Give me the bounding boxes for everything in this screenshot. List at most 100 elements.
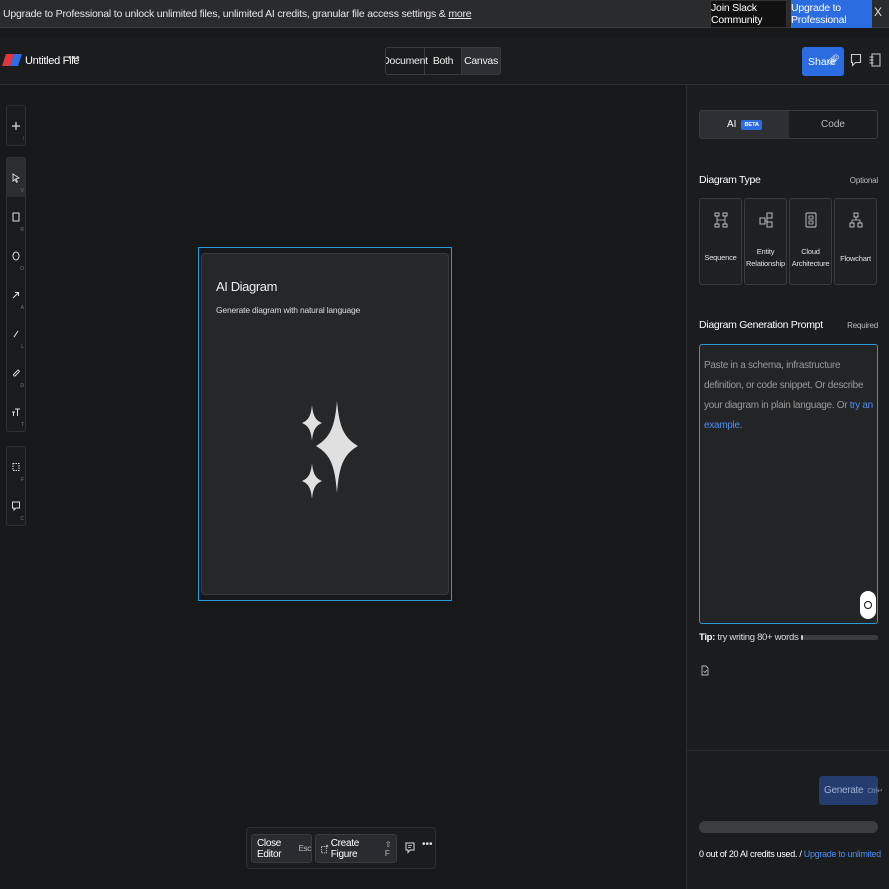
ellipse-icon	[12, 251, 20, 260]
view-both-button[interactable]: Both	[425, 48, 463, 74]
text-tool-key: T	[20, 422, 24, 428]
tip-label: Tip:	[699, 632, 716, 643]
prompt-title: Diagram Generation Prompt	[699, 319, 823, 331]
cloud-architecture-icon	[805, 212, 817, 228]
line-tool-key: L	[21, 344, 24, 350]
credits-used: 0 out of 20 AI credits used. /	[699, 849, 804, 859]
create-figure-label: Create Figure	[330, 837, 360, 860]
view-canvas-button[interactable]: Canvas	[462, 48, 500, 74]
card-subtitle: Generate diagram with natural language	[216, 305, 361, 315]
comment-tool[interactable]: C	[7, 486, 25, 525]
generate-shortcut: Ctrl↵	[867, 787, 883, 795]
create-figure-icon	[321, 844, 329, 853]
type-cloud-architecture-button[interactable]: Cloud Architecture	[789, 198, 832, 285]
join-slack-button[interactable]: Join Slack Community	[710, 0, 787, 28]
microphone-icon	[864, 601, 872, 609]
pencil-icon	[12, 368, 21, 376]
credits-text: 0 out of 20 AI credits used. / Upgrade t…	[699, 849, 881, 859]
plus-icon	[12, 121, 20, 130]
line-icon	[13, 330, 19, 337]
line-tool[interactable]: L	[7, 314, 25, 353]
word-count-progress-fill	[801, 635, 803, 640]
bottombar-more-button[interactable]: •••	[422, 839, 433, 850]
upgrade-banner: Upgrade to Professional to unlock unlimi…	[0, 0, 889, 28]
entity-relationship-icon	[759, 212, 773, 228]
ellipse-tool-key: O	[20, 266, 24, 272]
ai-diagram-card[interactable]: AI Diagram Generate diagram with natural…	[201, 253, 449, 595]
arrow-icon	[12, 291, 20, 298]
select-tool-key: V	[20, 188, 24, 194]
tip-text: Tip: try writing 80+ words	[699, 632, 799, 643]
text-tool[interactable]: T	[7, 392, 25, 431]
comment-icon[interactable]	[405, 842, 415, 854]
upgrade-button[interactable]: Upgrade to Professional	[791, 0, 872, 28]
type-sequence-label: Sequence	[704, 253, 737, 262]
banner-close-button[interactable]: X	[874, 5, 886, 21]
outline-icon[interactable]	[869, 53, 881, 67]
toolbar-add-group: /	[6, 105, 26, 146]
select-tool[interactable]: V	[7, 158, 25, 197]
attach-file-icon[interactable]	[701, 665, 709, 676]
type-entity-relationship-button[interactable]: Entity Relationship	[744, 198, 787, 285]
close-editor-shortcut: Esc	[298, 844, 312, 853]
prompt-required: Required	[847, 321, 878, 330]
tab-code[interactable]: Code	[789, 111, 877, 138]
prompt-placeholder-text: Paste in a schema, infrastructure defini…	[704, 360, 864, 411]
app-header: Untitled File ••• Document Both Canvas S…	[0, 37, 889, 85]
ellipse-tool[interactable]: O	[7, 236, 25, 275]
generate-button[interactable]: Generate Ctrl↵	[819, 776, 883, 805]
prompt-placeholder: Paste in a schema, infrastructure defini…	[704, 356, 876, 436]
frame-tool-key: F	[20, 477, 24, 483]
type-cloud-label-1: Cloud	[801, 247, 820, 256]
prompt-placeholder-end: .	[739, 420, 743, 431]
create-figure-button[interactable]: Create Figure ⇧ F	[315, 834, 397, 863]
type-flowchart-label: Flowchart	[840, 254, 871, 263]
card-title: AI Diagram	[216, 279, 278, 294]
panel-divider	[687, 750, 889, 751]
comment-tool-key: C	[20, 516, 24, 522]
view-document-button[interactable]: Document	[386, 48, 428, 74]
beta-badge: BETA	[741, 119, 763, 130]
tip-message: try writing 80+ words	[715, 632, 799, 643]
generate-label: Generate	[824, 785, 864, 796]
frame-tool[interactable]: F	[7, 447, 25, 486]
toolbar-extra-group: F C	[6, 446, 26, 526]
add-tool[interactable]: /	[7, 106, 25, 145]
type-entity-label-1: Entity	[756, 247, 775, 256]
pencil-tool[interactable]: D	[7, 353, 25, 392]
type-sequence-button[interactable]: Sequence	[699, 198, 742, 285]
pencil-tool-key: D	[20, 383, 24, 389]
frame-icon	[12, 462, 20, 471]
rectangle-icon	[12, 212, 20, 221]
close-editor-button[interactable]: Close Editor Esc	[251, 834, 312, 863]
sparkles-icon	[302, 401, 358, 499]
add-tool-key: /	[22, 136, 24, 142]
flowchart-icon	[849, 212, 863, 228]
create-figure-shortcut: ⇧ F	[384, 839, 392, 858]
toolbar-draw-group: V R O A L D T	[6, 157, 26, 432]
share-button[interactable]: Share 🔗︎	[802, 47, 844, 76]
diagram-type-title: Diagram Type	[699, 174, 761, 186]
type-cloud-label-2: Architecture	[791, 259, 830, 268]
editor-bottom-toolbar: Close Editor Esc Create Figure ⇧ F •••	[246, 827, 436, 869]
type-flowchart-button[interactable]: Flowchart	[834, 198, 877, 285]
app-logo	[2, 54, 22, 66]
upgrade-unlimited-link[interactable]: Upgrade to unlimited	[804, 849, 881, 859]
file-more-button[interactable]: •••	[68, 52, 80, 64]
banner-more-link[interactable]: more	[448, 8, 471, 20]
type-entity-label-2: Relationship	[746, 259, 785, 268]
comment-icon[interactable]	[850, 53, 862, 67]
comment-icon	[12, 501, 20, 511]
rectangle-tool[interactable]: R	[7, 197, 25, 236]
prompt-textarea[interactable]: Paste in a schema, infrastructure defini…	[699, 344, 878, 624]
banner-message: Upgrade to Professional to unlock unlimi…	[3, 8, 449, 20]
tab-ai[interactable]: AI BETA	[700, 111, 789, 138]
view-toggle: Document Both Canvas	[385, 47, 501, 75]
banner-text: Upgrade to Professional to unlock unlimi…	[3, 8, 472, 20]
sequence-icon	[714, 212, 728, 228]
voice-input-button[interactable]	[860, 591, 876, 619]
text-icon	[12, 408, 20, 416]
credits-progress	[699, 821, 878, 833]
arrow-tool[interactable]: A	[7, 275, 25, 314]
ai-panel: AI BETA Code Diagram Type Optional Seque…	[686, 85, 889, 889]
